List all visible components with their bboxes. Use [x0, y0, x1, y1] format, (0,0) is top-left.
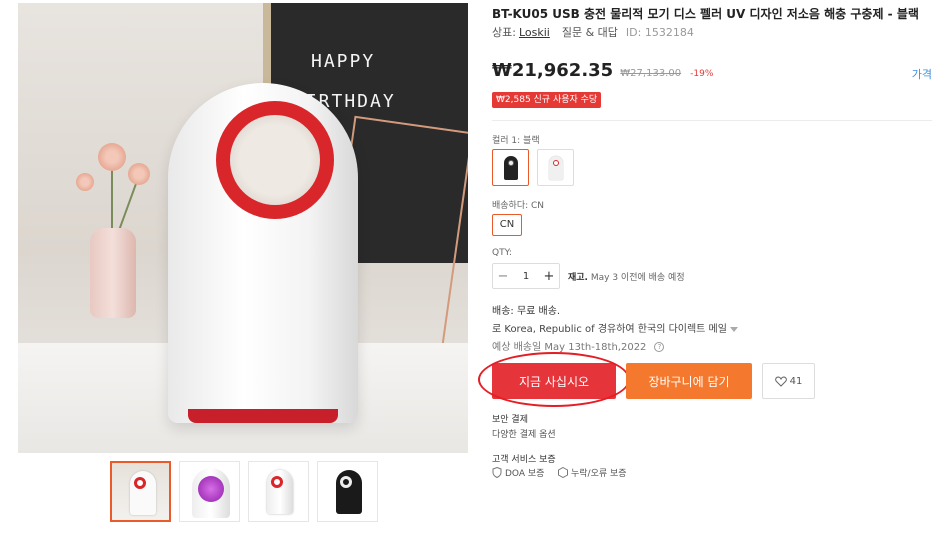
thumbnail-3[interactable] — [248, 461, 309, 522]
missing-error-guarantee[interactable]: 누락/오류 보증 — [558, 466, 627, 479]
box-icon — [558, 467, 568, 478]
flower — [98, 143, 126, 171]
thumbnail-4[interactable] — [317, 461, 378, 522]
mosquito-repeller-device — [168, 83, 358, 423]
device-red-ring — [216, 101, 334, 219]
new-user-coupon-badge[interactable]: ₩2,585 신규 사용자 수당 — [492, 92, 602, 108]
customer-service-title: 고객 서비스 보증 — [492, 455, 556, 465]
stock-eta: May 3 이전에 배송 예정 — [590, 273, 685, 283]
thumbnail-strip — [110, 461, 378, 522]
color-label: 컬러 1: 블랙 — [492, 136, 540, 146]
brand-label: 상표: — [492, 26, 516, 39]
current-price: ₩21,962.35 — [492, 60, 614, 81]
buy-now-button[interactable]: 지금 사십시오 — [492, 363, 616, 399]
quantity-minus-button[interactable]: − — [493, 269, 513, 284]
brand-link[interactable]: Loskii — [519, 26, 550, 39]
divider — [492, 120, 932, 121]
thumbnail-2[interactable] — [179, 461, 240, 522]
discount-percent: -19% — [690, 69, 714, 79]
wishlist-count: 41 — [789, 375, 803, 387]
secure-payment-title: 보안 결제 — [492, 415, 528, 425]
quantity-stepper: − 1 + — [492, 263, 560, 289]
flower — [128, 163, 150, 185]
shipping-estimate: 예상 배송일 May 13th-18th,2022? — [492, 338, 665, 353]
shipping-route-text: 로 Korea, Republic of 경유하여 한국의 다이렉트 메일 — [492, 324, 727, 335]
qa-link[interactable]: 질문 & 대답 — [562, 26, 618, 39]
color-swatch-black[interactable] — [492, 149, 529, 186]
quantity-plus-button[interactable]: + — [539, 269, 559, 284]
secure-payment-text: 다양한 결제 옵션 — [492, 430, 556, 440]
doa-guarantee[interactable]: DOA 보증 — [492, 466, 544, 479]
product-title: BT-KU05 USB 충전 물리적 모기 디스 펠러 UV 디자인 저소음 해… — [492, 7, 919, 21]
product-meta: 상표: Loskii 질문 & 대답 ID: 1532184 — [492, 24, 694, 40]
device-red-base — [188, 409, 338, 423]
wishlist-button[interactable]: 41 — [762, 363, 815, 399]
shipping-free: 배송: 무료 배송. — [492, 306, 561, 317]
chevron-down-icon[interactable] — [729, 326, 738, 332]
product-id: ID: 1532184 — [625, 26, 694, 39]
color-swatch-white[interactable] — [537, 149, 574, 186]
stock-status: 재고. May 3 이전에 배송 예정 — [568, 270, 685, 283]
main-product-image: HAPPY BIRTHDAY 10 — [18, 3, 468, 453]
missing-error-guarantee-label: 누락/오류 보증 — [571, 469, 627, 479]
quantity-label: QTY: — [492, 248, 512, 258]
quantity-input[interactable]: 1 — [513, 271, 539, 282]
ship-from-option-cn[interactable]: CN — [492, 214, 522, 236]
add-to-cart-button[interactable]: 장바구니에 담기 — [626, 363, 752, 399]
board-text-line1: HAPPY — [311, 51, 376, 72]
shipping-route[interactable]: 로 Korea, Republic of 경유하여 한국의 다이렉트 메일 — [492, 320, 738, 335]
price-row: ₩21,962.35 ₩27,133.00 -19% — [492, 60, 713, 81]
vase — [90, 228, 136, 318]
help-icon[interactable]: ? — [654, 342, 665, 352]
price-link[interactable]: 가격 — [912, 66, 932, 82]
stock-label: 재고. — [568, 273, 588, 283]
shipping-estimate-text: 예상 배송일 May 13th-18th,2022 — [492, 342, 647, 353]
heart-icon — [774, 375, 787, 387]
ship-from-label: 배송하다: CN — [492, 201, 545, 211]
doa-guarantee-label: DOA 보증 — [505, 469, 545, 479]
thumbnail-1[interactable] — [110, 461, 171, 522]
original-price: ₩27,133.00 — [620, 68, 682, 79]
shield-icon — [492, 467, 502, 478]
flower — [76, 173, 94, 191]
